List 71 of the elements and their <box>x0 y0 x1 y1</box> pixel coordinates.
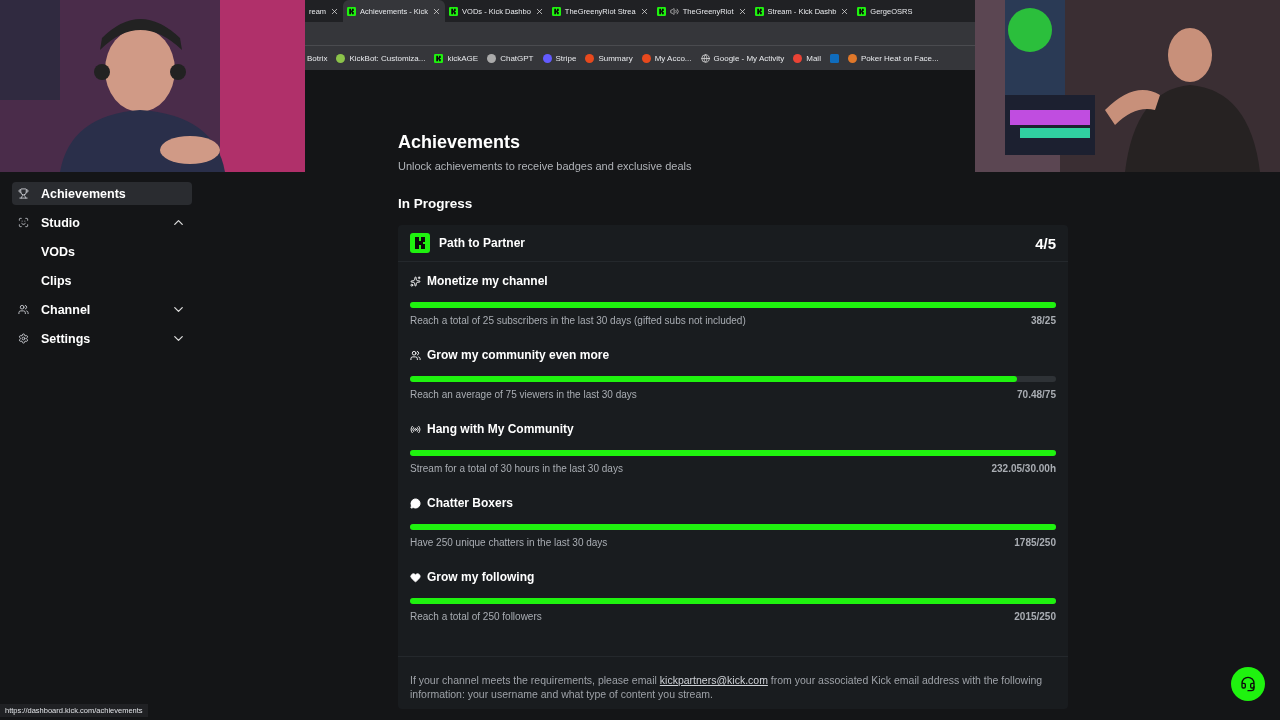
bookmark[interactable]: Mail <box>793 53 821 63</box>
chat-bubble-icon <box>410 497 421 509</box>
sidebar-item[interactable]: Channel <box>12 298 192 321</box>
camera-frame-icon <box>18 217 29 228</box>
speaker-icon[interactable] <box>669 6 679 16</box>
heart-icon <box>410 571 421 583</box>
achievement-description: Reach an average of 75 viewers in the last 30 days <box>410 389 637 400</box>
bookmark-favicon-icon <box>585 53 595 63</box>
sidebar-item[interactable]: Achievements <box>12 182 192 205</box>
bookmark[interactable]: Botrix <box>307 53 328 63</box>
close-icon[interactable] <box>840 6 850 16</box>
bookmark[interactable]: Google - My Activity <box>700 53 785 63</box>
logo-icon <box>410 233 430 253</box>
headset-icon <box>1240 676 1256 692</box>
achievement-description: Have 250 unique chatters in the last 30 days <box>410 537 608 548</box>
tab-logo-icon <box>551 6 561 16</box>
page-title: Achievements <box>398 132 522 153</box>
support-button[interactable] <box>1231 667 1265 701</box>
bookmark-favicon-icon <box>336 53 346 63</box>
tab-logo-icon <box>449 6 459 16</box>
sidebar-item[interactable]: Clips <box>12 269 215 292</box>
tab-logo-icon <box>656 6 666 16</box>
goal-reading: 70.48/75 <box>1017 389 1056 400</box>
close-icon[interactable] <box>534 6 544 16</box>
card-title: Path to Partner <box>439 236 526 250</box>
close-icon[interactable] <box>432 6 442 16</box>
close-icon[interactable] <box>737 6 747 16</box>
people-icon <box>18 304 29 315</box>
achievement-description: Reach a total of 25 subscribers in the last 30 days (gifted subs not included) <box>410 315 746 326</box>
close-icon[interactable] <box>330 6 340 16</box>
achievement-title: Hang with My Community <box>427 422 574 436</box>
sidebar-item[interactable]: Studio <box>12 211 192 234</box>
goal-reading: 38/25 <box>1030 315 1056 326</box>
achievement-title: Grow my following <box>427 570 535 584</box>
achievement-title: Monetize my channel <box>427 274 548 288</box>
close-icon[interactable] <box>639 6 649 16</box>
section-heading: In Progress <box>398 196 474 211</box>
partner-instructions: If your channel meets the requirements, please email kickpartners@kick.com from your associated Kick email address with the following information: your username and what type of content you stream. <box>398 656 1068 709</box>
achievement-title: Grow my community even more <box>427 348 610 362</box>
progress-count: 4/5 <box>1035 234 1056 252</box>
goal-reading: 2015/250 <box>1014 611 1056 622</box>
email-link[interactable]: kickpartners@kick.com <box>659 674 768 686</box>
bookmark[interactable]: Stripe <box>542 53 577 63</box>
bookmark[interactable]: Summary <box>585 53 633 63</box>
globe-icon <box>700 53 710 63</box>
tab-logo-icon <box>347 6 357 16</box>
bookmark-logo-icon <box>434 53 444 63</box>
bookmark[interactable]: KickBot: Customiza... <box>336 53 426 63</box>
bookmark[interactable]: kickAGE <box>434 53 479 63</box>
settings-icon <box>18 333 29 344</box>
bookmark-favicon-icon <box>487 53 497 63</box>
goal-reading: 1785/250 <box>1014 537 1056 548</box>
tab-logo-icon <box>857 6 867 16</box>
bookmark[interactable]: ChatGPT <box>487 53 534 63</box>
tab-logo-icon <box>754 6 764 16</box>
sidebar-item[interactable]: VODs <box>12 240 215 263</box>
trophy-icon <box>18 188 29 199</box>
sparkle-icon <box>410 275 421 287</box>
achievement-title: Chatter Boxers <box>427 496 514 510</box>
sidebar-item[interactable]: Settings <box>12 327 192 350</box>
bookmark-favicon-icon <box>793 53 803 63</box>
page-subtitle: Unlock achievements to receive badges and exclusive deals <box>398 160 693 172</box>
achievement-description: Reach a total of 250 followers <box>410 611 542 622</box>
bookmark-favicon-icon <box>542 53 552 63</box>
bookmark-favicon-icon <box>641 53 651 63</box>
bookmark[interactable]: My Acco... <box>641 53 692 63</box>
people-icon <box>410 349 421 361</box>
achievement-description: Stream for a total of 30 hours in the last 30 days <box>410 463 623 474</box>
broadcast-icon <box>410 423 421 435</box>
bookmark[interactable]: Poker Heat on Face... <box>847 53 939 63</box>
goal-reading: 232.05/30.00h <box>991 463 1056 474</box>
